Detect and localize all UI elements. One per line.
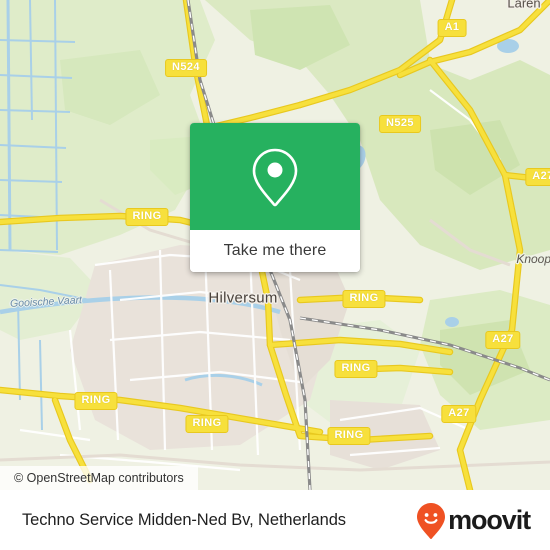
location-pin-icon [252,148,298,206]
moovit-logo[interactable]: moovit [416,502,531,540]
take-me-there-button[interactable]: Take me there [190,230,360,272]
take-me-there-card[interactable]: Take me there [190,123,360,272]
take-me-there-label: Take me there [223,242,327,259]
moovit-pin-icon [417,502,446,539]
moovit-map-screenshot: Hilversum Laren Gooische Vaart Knoopp N5… [0,0,550,550]
footer-bar: Techno Service Midden-Ned Bv, Netherland… [0,490,550,550]
map-viewport[interactable]: Hilversum Laren Gooische Vaart Knoopp N5… [0,0,550,490]
card-pin-panel [190,123,360,230]
moovit-wordmark: moovit [448,505,531,535]
place-title: Techno Service Midden-Ned Bv, Netherland… [22,511,346,529]
osm-attribution[interactable]: © OpenStreetMap contributors [0,466,198,490]
